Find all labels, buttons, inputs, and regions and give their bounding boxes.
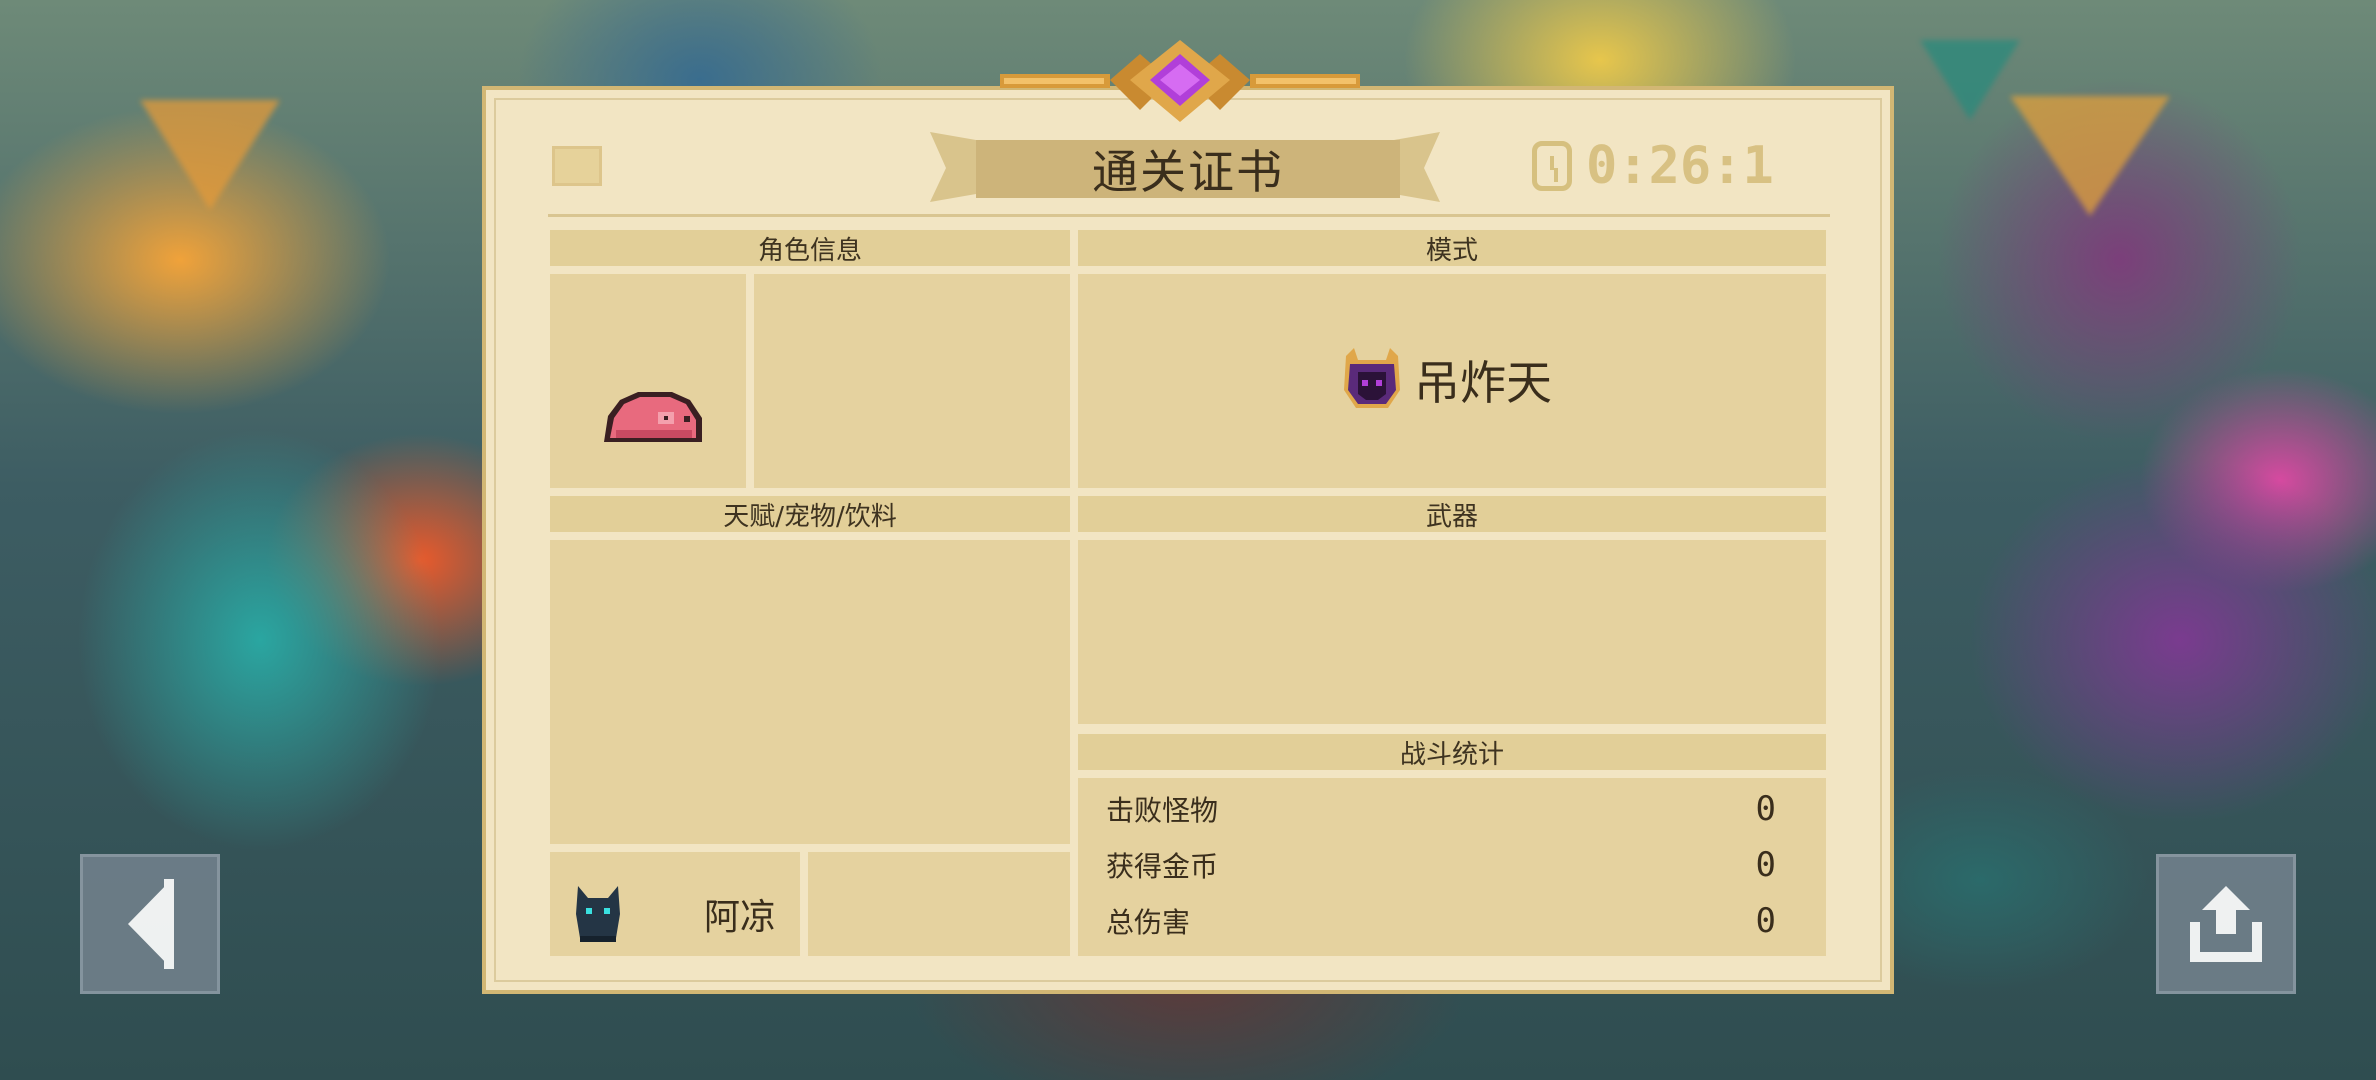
page-title: 通关证书: [1092, 145, 1284, 199]
character-details-box: [754, 274, 1070, 488]
divider: [548, 214, 1830, 217]
calendar-icon: [552, 146, 602, 186]
share-icon: [2190, 886, 2262, 962]
pet-name: 阿凉: [704, 897, 777, 938]
title-plate: 通关证书: [976, 140, 1400, 199]
back-arrow-icon: [128, 879, 174, 969]
background-flag: [1920, 40, 2020, 120]
stat-label: 击败怪物: [1106, 794, 1219, 827]
section-title: 角色信息: [757, 235, 862, 266]
section-header-weapons: 武器: [1078, 496, 1826, 532]
clock-icon: [1532, 141, 1572, 191]
character-portrait-box: [550, 274, 746, 488]
background-flag: [140, 100, 280, 210]
mode-display: 吊炸天: [1340, 346, 1552, 414]
section-title: 武器: [1425, 501, 1478, 532]
stat-value: 0: [1755, 789, 1776, 829]
gem-crest-icon: [1000, 40, 1360, 122]
share-button[interactable]: [2156, 854, 2296, 994]
timer-value: 0:26:1: [1586, 136, 1774, 196]
timer: 0:26:1: [1532, 136, 1774, 196]
stat-label: 总伤害: [1106, 906, 1191, 939]
section-header-mode: 模式: [1078, 230, 1826, 266]
purple-demon-helmet-icon: [1344, 348, 1400, 408]
stat-value: 0: [1755, 901, 1776, 941]
stat-value: 0: [1755, 845, 1776, 885]
section-title: 天赋/宠物/饮料: [723, 501, 897, 532]
stat-row-damage: 总伤害 0: [1080, 894, 1802, 948]
section-title: 战斗统计: [1399, 739, 1504, 770]
stat-label: 获得金币: [1106, 850, 1219, 883]
black-cat-pet-icon[interactable]: [572, 884, 624, 942]
section-header-character: 角色信息: [550, 230, 1070, 266]
pink-pig-character-icon[interactable]: [598, 384, 708, 448]
mode-name: 吊炸天: [1414, 356, 1552, 410]
back-button[interactable]: [80, 854, 220, 994]
stat-row-coins: 获得金币 0: [1080, 838, 1802, 892]
background-flag: [2010, 96, 2170, 216]
section-header-battle-stats: 战斗统计: [1078, 734, 1826, 770]
talents-box: [550, 540, 1070, 844]
stat-row-monsters: 击败怪物 0: [1080, 782, 1802, 836]
section-header-talents: 天赋/宠物/饮料: [550, 496, 1070, 532]
drink-box: [808, 852, 1070, 956]
section-title: 模式: [1425, 235, 1478, 266]
weapons-box: [1078, 540, 1826, 724]
